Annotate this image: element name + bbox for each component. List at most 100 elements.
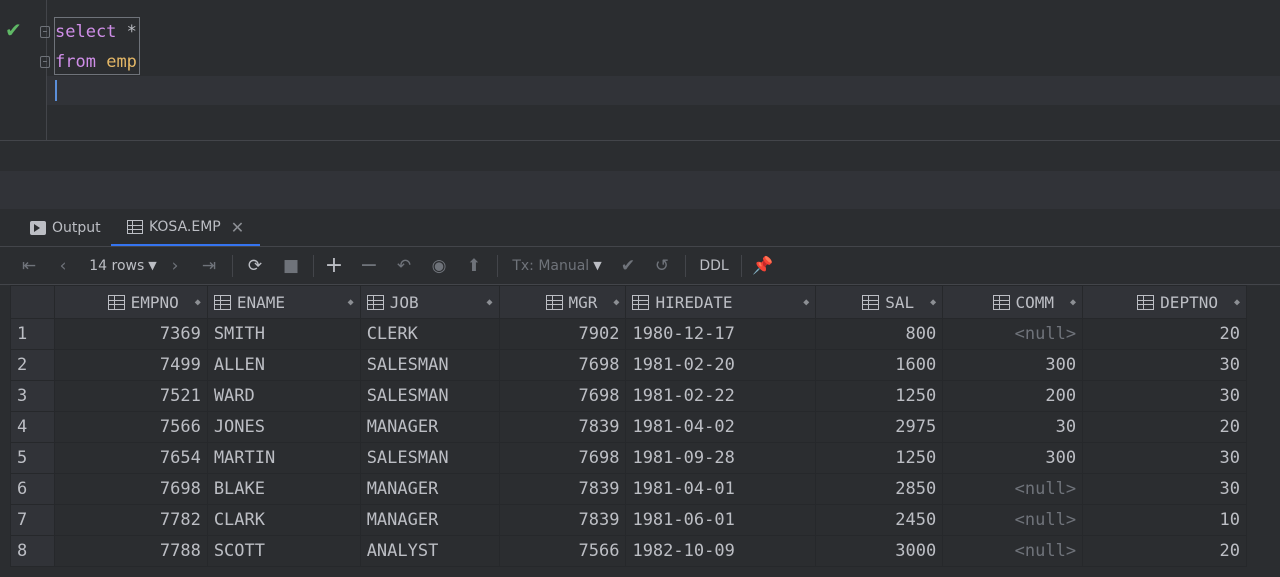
row-count-dropdown[interactable]: 14 rows ▼ (88, 247, 158, 284)
table-row[interactable]: 8 7788 SCOTT ANALYST 7566 1982-10-09 3000 <null… (10, 535, 1247, 567)
table-cell[interactable]: 2850 (815, 473, 944, 505)
column-header[interactable]: EMPNO ◆ (53, 285, 208, 319)
column-header[interactable]: SAL ◆ (815, 285, 944, 319)
table-cell[interactable]: 1982-10-09 (625, 535, 817, 567)
table-cell[interactable]: 20 (1082, 318, 1247, 350)
table-cell[interactable]: SCOTT (206, 535, 361, 567)
table-cell[interactable]: 7698 (498, 380, 627, 412)
table-cell[interactable]: 7566 (498, 535, 627, 567)
close-icon[interactable]: ✕ (231, 218, 244, 237)
last-page-icon[interactable]: ⇥ (198, 247, 220, 284)
tab-output[interactable]: Output (30, 210, 101, 246)
delete-row-icon[interactable]: − (358, 247, 380, 284)
table-cell[interactable]: 7654 (53, 442, 208, 474)
table-cell[interactable]: 2450 (815, 504, 944, 536)
table-row[interactable]: 2 7499 ALLEN SALESMAN 7698 1981-02-20 1600 300 3… (10, 349, 1247, 381)
table-cell[interactable]: 30 (942, 411, 1084, 443)
table-cell[interactable]: 10 (1082, 504, 1247, 536)
code-line-2[interactable]: from emp (55, 47, 137, 77)
table-cell[interactable]: 1981-06-01 (625, 504, 817, 536)
table-cell[interactable]: <null> (942, 318, 1084, 350)
table-cell[interactable]: SMITH (206, 318, 361, 350)
sort-icon[interactable]: ◆ (920, 297, 936, 308)
table-cell[interactable]: 7782 (53, 504, 208, 536)
table-cell[interactable]: 7788 (53, 535, 208, 567)
table-cell[interactable]: 200 (942, 380, 1084, 412)
tab-kosa-emp[interactable]: KOSA.EMP ✕ (111, 210, 261, 246)
revert-icon[interactable]: ↶ (393, 247, 415, 284)
fold-icon[interactable] (40, 26, 50, 38)
table-cell[interactable]: SALESMAN (359, 349, 500, 381)
table-cell[interactable]: 1981-04-02 (625, 411, 817, 443)
row-number[interactable]: 6 (10, 473, 55, 505)
table-cell[interactable]: 7839 (498, 504, 627, 536)
commit-icon[interactable]: ✔ (617, 247, 639, 284)
sort-icon[interactable]: ◆ (603, 297, 619, 308)
column-header[interactable]: ENAME ◆ (206, 285, 361, 319)
table-cell[interactable]: 7902 (498, 318, 627, 350)
table-cell[interactable]: WARD (206, 380, 361, 412)
refresh-icon[interactable]: ⟳ (244, 247, 266, 284)
table-cell[interactable]: MANAGER (359, 473, 500, 505)
fold-icon[interactable] (40, 56, 50, 68)
row-number[interactable]: 1 (10, 318, 55, 350)
column-header[interactable]: COMM ◆ (942, 285, 1084, 319)
table-cell[interactable]: BLAKE (206, 473, 361, 505)
result-grid[interactable]: EMPNO ◆ ENAME ◆ JOB ◆ MGR ◆ HIREDATE ◆ SAL ◆ C… (10, 285, 1247, 567)
table-row[interactable]: 1 7369 SMITH CLERK 7902 1980-12-17 800 <null> 20 (10, 318, 1247, 350)
table-cell[interactable]: 300 (942, 349, 1084, 381)
table-cell[interactable]: JONES (206, 411, 361, 443)
column-header[interactable]: MGR ◆ (498, 285, 627, 319)
table-cell[interactable]: 7698 (53, 473, 208, 505)
table-cell[interactable]: 20 (1082, 411, 1247, 443)
row-number[interactable]: 2 (10, 349, 55, 381)
table-cell[interactable]: <null> (942, 535, 1084, 567)
row-number[interactable]: 5 (10, 442, 55, 474)
stop-icon[interactable]: ■ (280, 247, 302, 284)
table-cell[interactable]: 1250 (815, 442, 944, 474)
table-cell[interactable]: 1981-04-01 (625, 473, 817, 505)
table-cell[interactable]: ANALYST (359, 535, 500, 567)
table-cell[interactable]: 30 (1082, 442, 1247, 474)
ddl-button[interactable]: DDL (696, 247, 732, 284)
table-cell[interactable]: 30 (1082, 349, 1247, 381)
table-row[interactable]: 3 7521 WARD SALESMAN 7698 1981-02-22 1250 200 30 (10, 380, 1247, 412)
column-header[interactable]: HIREDATE ◆ (625, 285, 817, 319)
table-cell[interactable]: ALLEN (206, 349, 361, 381)
row-number[interactable]: 7 (10, 504, 55, 536)
next-page-icon[interactable]: › (164, 247, 186, 284)
table-cell[interactable]: 7698 (498, 442, 627, 474)
sort-icon[interactable]: ◆ (338, 297, 354, 308)
table-cell[interactable]: 1600 (815, 349, 944, 381)
grid-corner[interactable] (10, 285, 55, 319)
table-cell[interactable]: 7369 (53, 318, 208, 350)
table-cell[interactable]: <null> (942, 473, 1084, 505)
table-cell[interactable]: 800 (815, 318, 944, 350)
table-cell[interactable]: CLARK (206, 504, 361, 536)
table-cell[interactable]: 3000 (815, 535, 944, 567)
rollback-icon[interactable]: ↺ (651, 247, 673, 284)
code-line-1[interactable]: select * (55, 17, 137, 47)
table-cell[interactable]: 1981-02-22 (625, 380, 817, 412)
table-cell[interactable]: 7839 (498, 473, 627, 505)
table-row[interactable]: 5 7654 MARTIN SALESMAN 7698 1981-09-28 1250 300… (10, 442, 1247, 474)
previous-page-icon[interactable]: ‹ (52, 247, 74, 284)
table-row[interactable]: 6 7698 BLAKE MANAGER 7839 1981-04-01 2850 <null… (10, 473, 1247, 505)
table-cell[interactable]: 7521 (53, 380, 208, 412)
table-cell[interactable]: 1981-02-20 (625, 349, 817, 381)
table-cell[interactable]: 1250 (815, 380, 944, 412)
table-row[interactable]: 4 7566 JONES MANAGER 7839 1981-04-02 2975 30 20 (10, 411, 1247, 443)
pin-icon[interactable]: 📌 (752, 247, 774, 284)
row-number[interactable]: 8 (10, 535, 55, 567)
sort-icon[interactable]: ◆ (1224, 297, 1240, 308)
table-cell[interactable]: 7698 (498, 349, 627, 381)
sort-icon[interactable]: ◆ (477, 297, 493, 308)
table-cell[interactable]: MANAGER (359, 504, 500, 536)
table-cell[interactable]: 30 (1082, 473, 1247, 505)
table-cell[interactable]: 7839 (498, 411, 627, 443)
table-cell[interactable]: SALESMAN (359, 380, 500, 412)
sql-editor[interactable]: ✔ select * from emp (0, 0, 1280, 141)
column-header[interactable]: DEPTNO ◆ (1082, 285, 1247, 319)
table-cell[interactable]: 20 (1082, 535, 1247, 567)
table-cell[interactable]: MARTIN (206, 442, 361, 474)
